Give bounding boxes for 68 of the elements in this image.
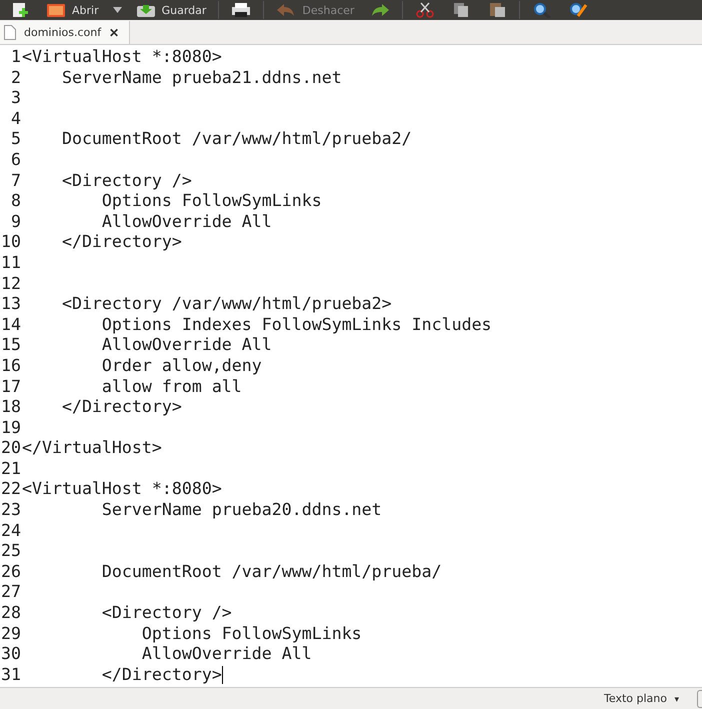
line-number: 1	[10, 47, 22, 68]
code-line: </Directory>	[60, 397, 182, 418]
line-number: 23	[0, 500, 22, 521]
folder-icon	[46, 2, 66, 18]
code-line: <Directory /var/www/html/prueba2>	[60, 294, 392, 315]
code-line: AllowOverride All	[100, 212, 272, 232]
open-button[interactable]: Abrir	[42, 0, 103, 20]
document-icon	[4, 25, 16, 40]
line-number: 25	[0, 541, 22, 562]
code-line: DocumentRoot /var/www/html/prueba2/	[60, 129, 412, 150]
code-line: </VirtualHost>	[22, 438, 162, 459]
line-number: 24	[0, 520, 22, 542]
paste-icon	[487, 2, 508, 18]
language-dropdown[interactable]: Texto plano ▾	[600, 692, 683, 705]
line-number: 31	[0, 664, 22, 686]
line-number: 18	[0, 397, 22, 418]
code-line: AllowOverride All	[140, 644, 312, 665]
code-line: Order allow,deny	[100, 356, 262, 376]
line-number: 14	[0, 314, 22, 336]
code-line: <Directory />	[60, 170, 192, 192]
code-line: <VirtualHost *:8080>	[22, 479, 222, 500]
line-number: 15	[0, 335, 22, 356]
code-line: ServerName prueba21.ddns.net	[60, 68, 342, 88]
line-number: 21	[0, 458, 22, 480]
line-number: 26	[0, 562, 22, 582]
line-number: 5	[10, 129, 22, 150]
line-number: 3	[10, 88, 22, 109]
line-number: 2	[10, 68, 22, 88]
code-line: ServerName prueba20.ddns.net	[100, 500, 382, 521]
code-line: allow from all	[100, 376, 242, 398]
close-button[interactable]: ✕	[109, 26, 120, 40]
line-number: 27	[0, 582, 22, 604]
line-number: 13	[0, 294, 22, 315]
line-number: 12	[0, 274, 22, 294]
code-line: <Directory />	[100, 603, 232, 624]
search-replace-icon	[568, 2, 588, 18]
undo-arrow-icon	[276, 2, 296, 18]
line-number: 10	[0, 232, 22, 253]
code-line: AllowOverride All	[100, 335, 272, 356]
line-number: 28	[0, 603, 22, 624]
redo-arrow-icon	[370, 2, 390, 18]
printer-icon	[231, 2, 252, 18]
drive-icon	[136, 2, 156, 18]
line-number: 30	[0, 644, 22, 665]
line-number: 4	[10, 108, 22, 130]
line-number: 17	[0, 376, 22, 398]
line-number: 29	[0, 624, 22, 644]
new-document-icon	[10, 2, 30, 18]
save-button[interactable]: Guardar	[132, 0, 210, 20]
code-line: </Directory>	[60, 232, 182, 253]
code-line: DocumentRoot /var/www/html/prueba/	[100, 562, 442, 582]
code-line: <VirtualHost *:8080>	[22, 47, 222, 68]
line-number: 22	[0, 479, 22, 500]
line-number: 6	[10, 150, 22, 171]
line-number: 8	[10, 191, 22, 212]
file-tab[interactable]: dominios.conf ✕	[0, 21, 130, 44]
tab-label: dominios.conf	[24, 26, 102, 39]
line-number: 16	[0, 356, 22, 376]
line-number: 7	[10, 170, 22, 192]
code-line: </Directory>	[100, 664, 222, 686]
line-number: 19	[0, 418, 22, 438]
code-line: Options FollowSymLinks	[140, 624, 362, 644]
line-number: 11	[0, 252, 22, 274]
code-line: Options FollowSymLinks	[100, 191, 322, 212]
code-line: Options Indexes FollowSymLinks Includes	[100, 314, 492, 336]
line-number: 9	[10, 212, 22, 232]
line-number: 20	[0, 438, 22, 459]
scissors-icon	[415, 2, 436, 18]
